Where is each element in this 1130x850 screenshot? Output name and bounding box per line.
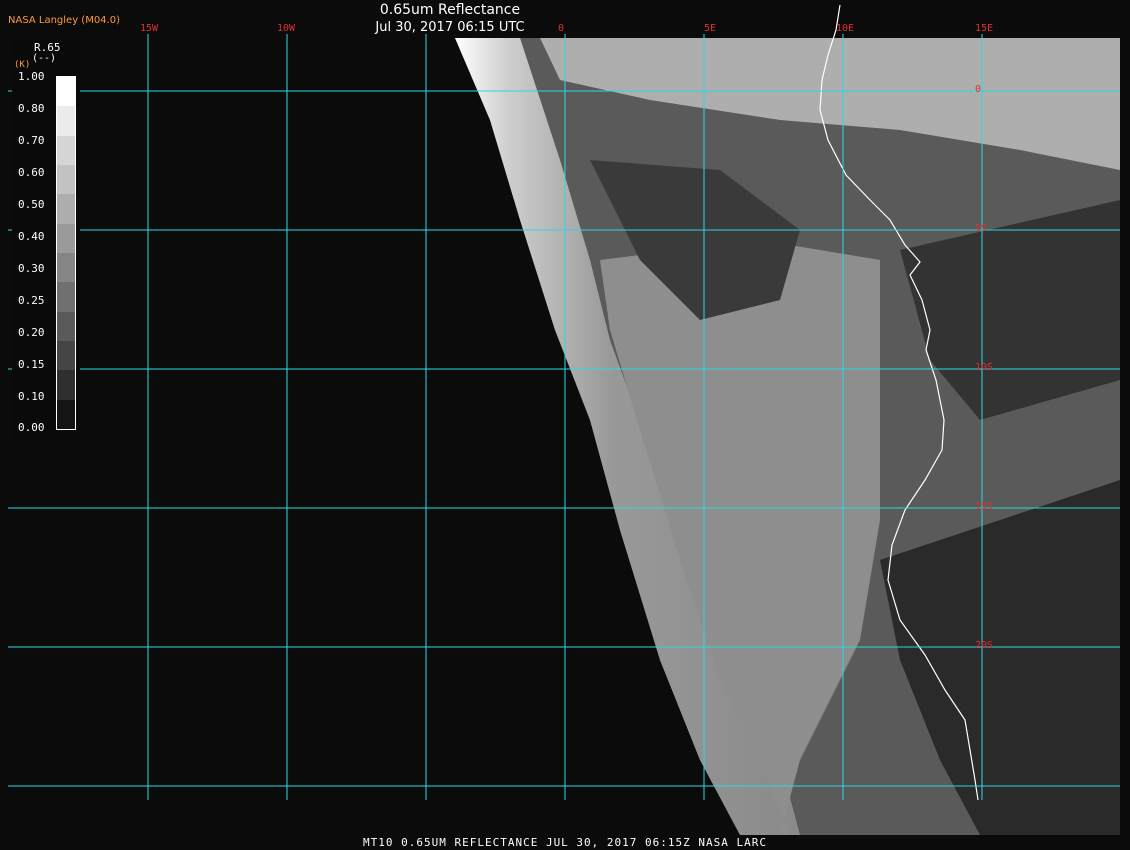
legend-tick: 0.30 bbox=[18, 262, 45, 275]
legend-swatch bbox=[57, 77, 75, 107]
image-timestamp: Jul 30, 2017 06:15 UTC bbox=[375, 20, 525, 35]
lon-label-15e: 15E bbox=[975, 23, 994, 34]
legend-tick: 0.60 bbox=[18, 166, 45, 179]
legend-unit: (--) bbox=[32, 53, 57, 64]
lat-label-0: 0 bbox=[975, 84, 982, 95]
legend-swatch bbox=[57, 164, 75, 195]
legend-unit-small: (K) bbox=[14, 60, 31, 70]
satellite-image-viewer: NASA Langley (M04.0) 0.65um Reflectance … bbox=[0, 0, 1130, 850]
legend-swatch bbox=[57, 135, 75, 165]
lat-label-20s: 20S bbox=[975, 640, 994, 651]
image-title: 0.65um Reflectance bbox=[379, 2, 521, 18]
lon-label-10e: 10E bbox=[836, 23, 855, 34]
legend-tick: 0.15 bbox=[18, 358, 45, 371]
legend-tick: 0.20 bbox=[18, 326, 45, 339]
legend-tick: 0.80 bbox=[18, 102, 45, 115]
legend-swatch bbox=[57, 370, 75, 400]
legend-tick: 0.10 bbox=[18, 390, 45, 403]
lon-label-5e: 5E bbox=[704, 23, 717, 34]
image-caption: MT10 0.65UM REFLECTANCE JUL 30, 2017 06:… bbox=[363, 836, 767, 849]
legend-tick: 0.70 bbox=[18, 134, 45, 147]
legend-tick: 1.00 bbox=[18, 70, 45, 83]
lon-label-10w: 10W bbox=[277, 23, 296, 34]
lon-label-0: 0 bbox=[558, 23, 565, 34]
lat-label-10s: 10S bbox=[975, 362, 994, 373]
legend-swatch bbox=[57, 311, 75, 341]
legend-tick: 0.50 bbox=[18, 198, 45, 211]
legend-tick: 0.25 bbox=[18, 294, 45, 307]
lat-label-5s: 5S bbox=[975, 223, 988, 234]
legend-tick: 0.00 bbox=[18, 421, 45, 434]
legend-swatch bbox=[57, 282, 75, 312]
reflectance-map bbox=[0, 0, 1130, 850]
legend-tick: 0.40 bbox=[18, 230, 45, 243]
color-legend: R.65 (--) (K) 1.00 0.80 0.70 0.60 0.50 0… bbox=[12, 38, 80, 441]
legend-swatch bbox=[57, 106, 75, 136]
legend-swatch bbox=[57, 223, 75, 253]
legend-swatch bbox=[57, 194, 75, 224]
legend-swatch bbox=[57, 252, 75, 283]
legend-swatch bbox=[57, 340, 75, 371]
legend-swatch bbox=[57, 399, 75, 429]
legend-color-bar bbox=[56, 76, 76, 430]
lat-label-15s: 15S bbox=[975, 501, 994, 512]
lon-label-15w: 15W bbox=[140, 23, 159, 34]
